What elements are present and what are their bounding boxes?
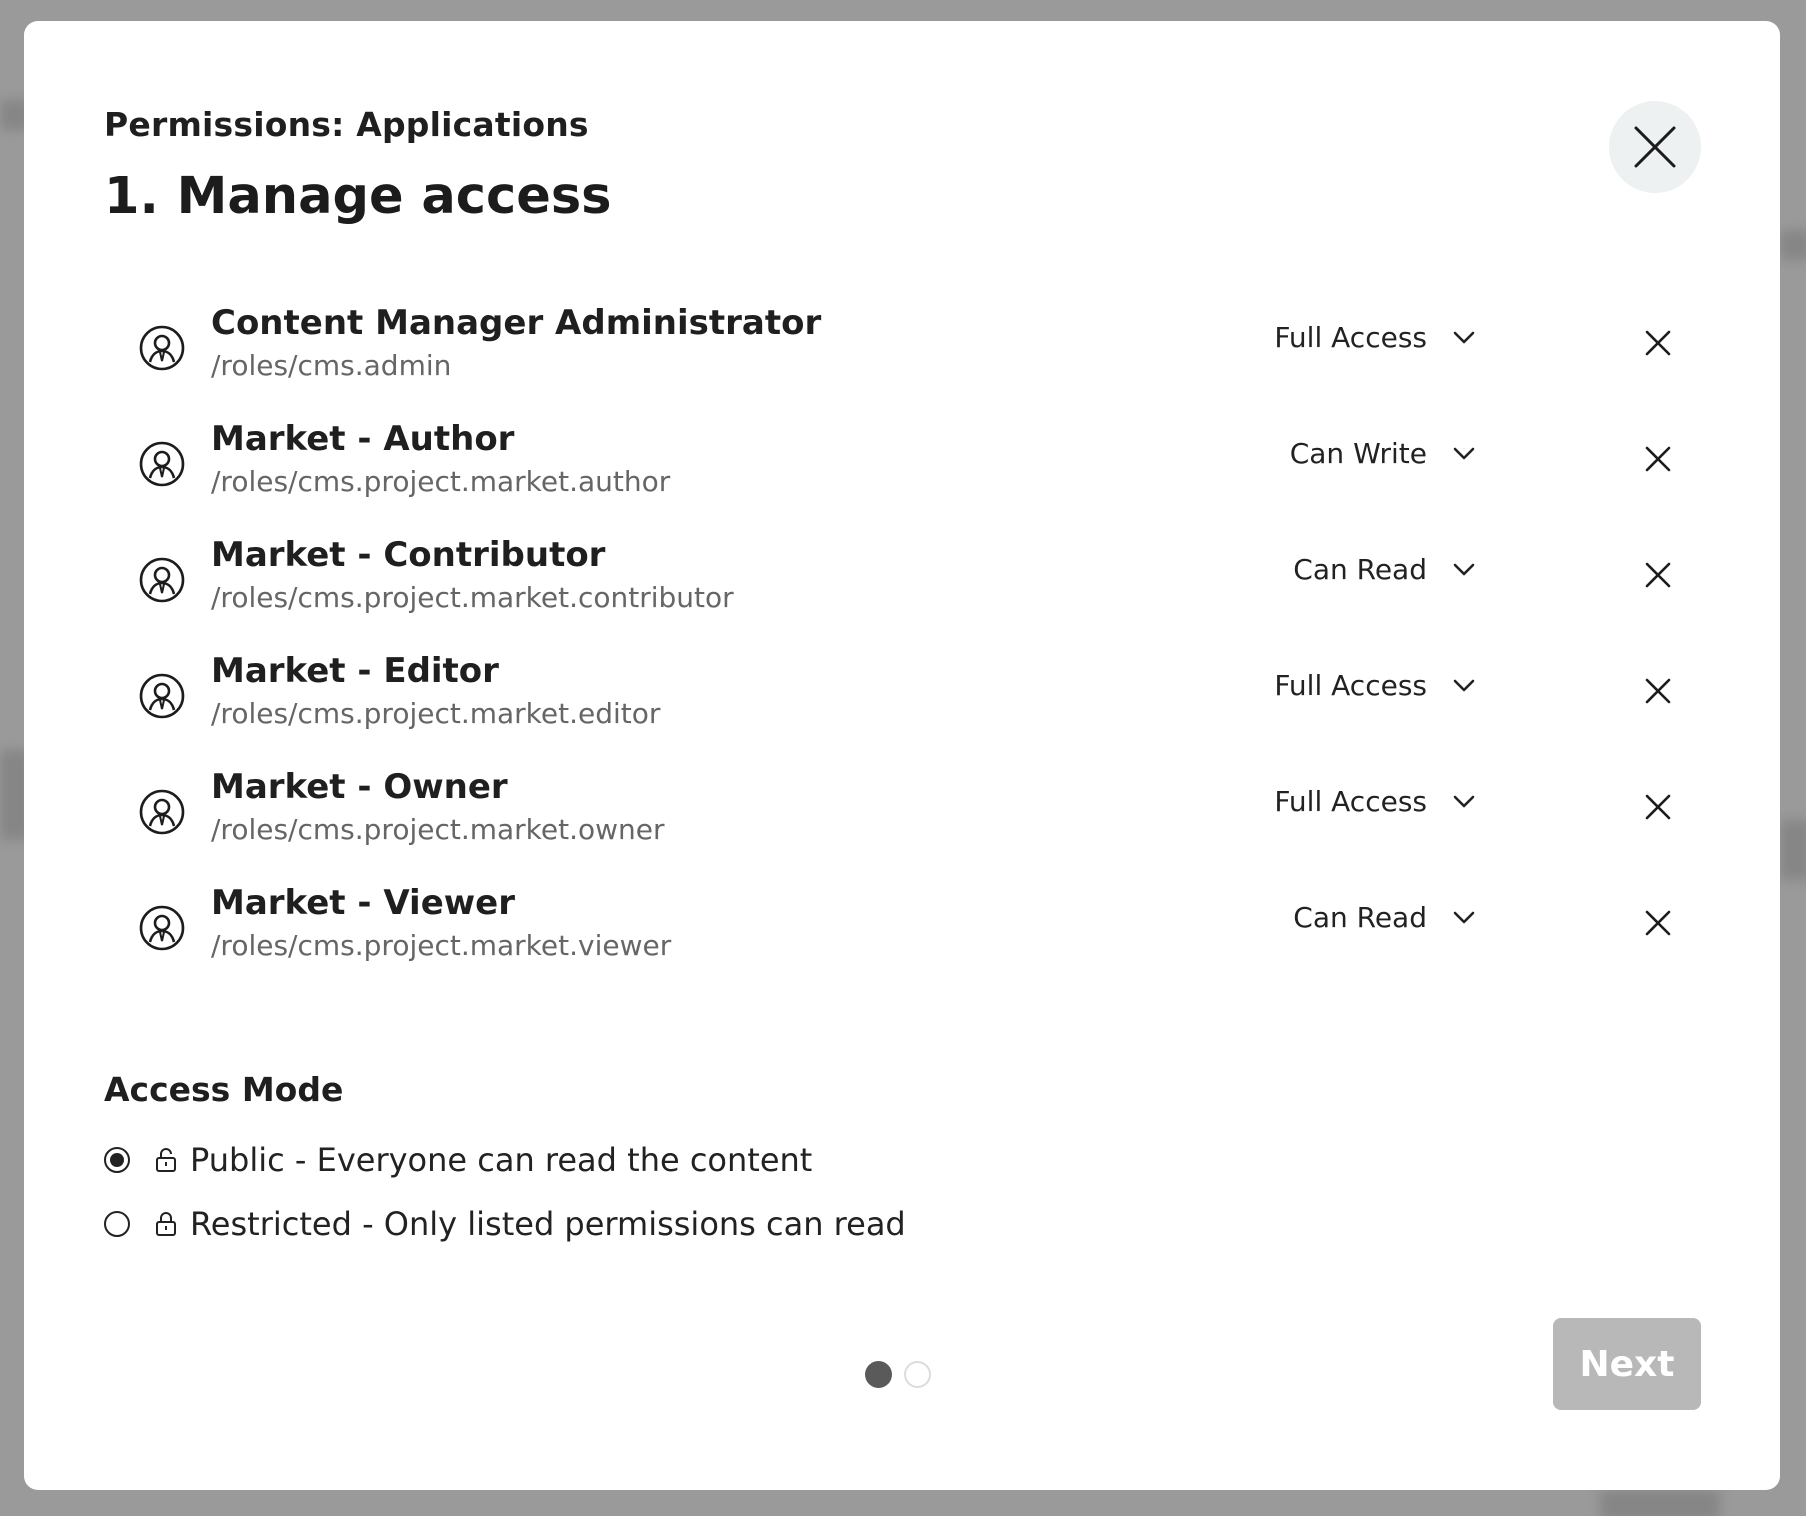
remove-role-button[interactable] [1638, 903, 1678, 943]
role-path: /roles/cms.admin [211, 349, 452, 382]
role-row: Market - Owner /roles/cms.project.market… [139, 767, 1699, 883]
role-name: Market - Editor [211, 651, 499, 691]
role-name: Market - Author [211, 419, 515, 459]
chevron-down-icon [1453, 911, 1475, 923]
access-level-label: Can Read [1293, 901, 1427, 934]
access-level-label: Can Write [1289, 437, 1427, 470]
access-level-label: Full Access [1274, 669, 1427, 702]
user-role-icon [139, 905, 185, 951]
access-mode-restricted-label: Restricted - Only listed permissions can… [190, 1205, 906, 1243]
access-level-dropdown[interactable]: Can Read [1293, 553, 1479, 586]
user-role-icon [139, 789, 185, 835]
pager-dot [865, 1361, 892, 1388]
chevron-down-icon [1453, 563, 1475, 575]
access-mode-public-option[interactable]: Public - Everyone can read the content [104, 1141, 812, 1179]
role-path: /roles/cms.project.market.editor [211, 697, 661, 730]
access-level-dropdown[interactable]: Full Access [1274, 321, 1479, 354]
next-button[interactable]: Next [1553, 1318, 1701, 1410]
close-icon [1645, 794, 1671, 820]
chevron-down-icon [1453, 679, 1475, 691]
lock-icon [156, 1212, 176, 1236]
remove-role-button[interactable] [1638, 555, 1678, 595]
dialog-subtitle: Permissions: Applications [104, 105, 589, 144]
remove-role-button[interactable] [1638, 787, 1678, 827]
access-level-dropdown[interactable]: Can Read [1293, 901, 1479, 934]
access-mode-title: Access Mode [104, 1070, 344, 1109]
close-icon [1634, 126, 1676, 168]
chevron-down-icon [1453, 447, 1475, 459]
access-level-dropdown[interactable]: Full Access [1274, 669, 1479, 702]
access-level-label: Full Access [1274, 321, 1427, 354]
close-icon [1645, 330, 1671, 356]
close-icon [1645, 910, 1671, 936]
role-name: Content Manager Administrator [211, 303, 822, 343]
role-row: Market - Viewer /roles/cms.project.marke… [139, 883, 1699, 999]
remove-role-button[interactable] [1638, 323, 1678, 363]
roles-list: Content Manager Administrator /roles/cms… [139, 303, 1699, 999]
role-name: Market - Viewer [211, 883, 516, 923]
user-role-icon [139, 557, 185, 603]
remove-role-button[interactable] [1638, 671, 1678, 711]
role-path: /roles/cms.project.market.viewer [211, 929, 672, 962]
remove-role-button[interactable] [1638, 439, 1678, 479]
role-row: Market - Editor /roles/cms.project.marke… [139, 651, 1699, 767]
role-row: Market - Author /roles/cms.project.marke… [139, 419, 1699, 535]
chevron-down-icon [1453, 795, 1475, 807]
pager-dot [904, 1361, 931, 1388]
role-row: Content Manager Administrator /roles/cms… [139, 303, 1699, 419]
user-role-icon [139, 673, 185, 719]
step-pager [865, 1361, 931, 1388]
radio-public[interactable] [104, 1147, 130, 1173]
unlock-icon [156, 1148, 176, 1172]
dialog-title: 1. Manage access [104, 167, 612, 226]
permissions-dialog: Permissions: Applications 1. Manage acce… [24, 21, 1780, 1490]
access-level-dropdown[interactable]: Full Access [1274, 785, 1479, 818]
close-icon [1645, 562, 1671, 588]
radio-restricted[interactable] [104, 1211, 130, 1237]
close-icon [1645, 678, 1671, 704]
access-level-label: Can Read [1293, 553, 1427, 586]
close-button[interactable] [1609, 101, 1701, 193]
access-level-label: Full Access [1274, 785, 1427, 818]
user-role-icon [139, 325, 185, 371]
access-mode-public-label: Public - Everyone can read the content [190, 1141, 813, 1179]
user-role-icon [139, 441, 185, 487]
access-mode-restricted-option[interactable]: Restricted - Only listed permissions can… [104, 1205, 906, 1243]
close-icon [1645, 446, 1671, 472]
role-path: /roles/cms.project.market.owner [211, 813, 665, 846]
role-name: Market - Owner [211, 767, 508, 807]
role-name: Market - Contributor [211, 535, 606, 575]
access-level-dropdown[interactable]: Can Write [1290, 437, 1479, 470]
chevron-down-icon [1453, 331, 1475, 343]
role-path: /roles/cms.project.market.contributor [211, 581, 734, 614]
role-row: Market - Contributor /roles/cms.project.… [139, 535, 1699, 651]
role-path: /roles/cms.project.market.author [211, 465, 671, 498]
